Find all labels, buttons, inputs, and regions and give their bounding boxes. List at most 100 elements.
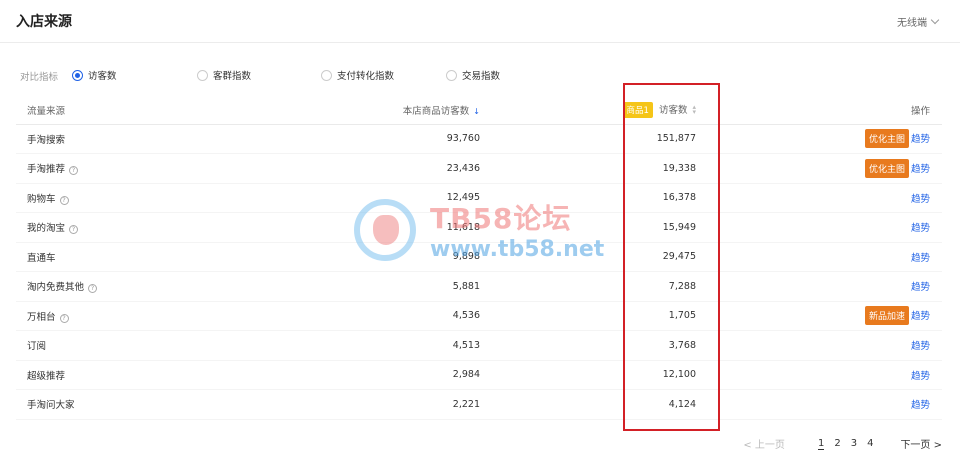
store-visitors-cell: 93,760 — [246, 124, 496, 154]
product-visitors-cell: 151,877 — [496, 124, 726, 154]
source-cell: 超级推荐 — [16, 360, 246, 390]
page-2[interactable]: 2 — [834, 438, 840, 449]
trend-link[interactable]: 趋势 — [911, 253, 930, 264]
table-row: 购物车? 12,495 16,378 趋势 — [16, 183, 942, 213]
trend-link[interactable]: 趋势 — [911, 282, 930, 293]
trend-link[interactable]: 趋势 — [911, 341, 930, 352]
trend-link[interactable]: 趋势 — [911, 371, 930, 382]
store-visitors-cell: 12,495 — [246, 183, 496, 213]
trend-link[interactable]: 趋势 — [911, 164, 930, 175]
radio-icon — [446, 69, 457, 81]
trend-link[interactable]: 趋势 — [911, 194, 930, 205]
metric-option-label: 客群指数 — [213, 71, 252, 82]
table-row: 万相台? 4,536 1,705 新品加速 趋势 — [16, 301, 942, 331]
traffic-source-table: 流量来源 本店商品访客数 ↓ 商品1 访客数 ▴ ▾ 操作 手淘搜索 93,760 151,… — [16, 96, 942, 420]
action-cell: 新品加速 趋势 — [726, 301, 942, 331]
action-cell: 优化主图 趋势 — [726, 124, 942, 154]
pagination: < 上一页 1 2 3 4 下一页 > — [743, 436, 942, 452]
source-label: 手淘推荐 — [27, 164, 66, 176]
source-label: 超级推荐 — [27, 370, 66, 382]
metric-option-label: 交易指数 — [462, 71, 501, 82]
store-visitors-cell: 9,898 — [246, 242, 496, 272]
product-visitors-cell: 7,288 — [496, 271, 726, 302]
table-row: 手淘搜索 93,760 151,877 优化主图 趋势 — [16, 124, 942, 154]
source-cell: 我的淘宝? — [16, 212, 246, 243]
store-visitors-cell: 2,984 — [246, 360, 496, 390]
prev-page-button[interactable]: < 上一页 — [743, 436, 785, 451]
help-icon[interactable]: ? — [69, 166, 79, 176]
table-row: 超级推荐 2,984 12,100 趋势 — [16, 360, 942, 390]
help-icon[interactable]: ? — [59, 195, 69, 205]
help-icon[interactable]: ? — [69, 225, 79, 235]
next-page-button[interactable]: 下一页 > — [900, 436, 942, 451]
action-tag-button[interactable]: 优化主图 — [864, 129, 909, 149]
action-tag-button[interactable]: 优化主图 — [864, 158, 909, 178]
device-select[interactable]: 无线端 — [897, 14, 940, 29]
product-visitors-cell: 29,475 — [496, 242, 726, 272]
table-row: 我的淘宝? 11,618 15,949 趋势 — [16, 212, 942, 243]
column-header-product-visitors[interactable]: 商品1 访客数 ▴ ▾ — [496, 96, 726, 125]
source-label: 直通车 — [27, 252, 56, 264]
source-label: 万相台 — [27, 311, 56, 323]
store-visitors-cell: 5,881 — [246, 271, 496, 302]
source-label: 我的淘宝 — [27, 223, 66, 235]
action-cell: 趋势 — [726, 389, 942, 420]
column-header-store-visitors[interactable]: 本店商品访客数 ↓ — [246, 96, 496, 125]
action-cell: 趋势 — [726, 183, 942, 213]
store-visitors-cell: 23,436 — [246, 153, 496, 184]
radio-icon — [197, 69, 208, 81]
store-visitors-cell: 4,513 — [246, 330, 496, 361]
trend-link[interactable]: 趋势 — [911, 400, 930, 411]
store-visitors-cell: 2,221 — [246, 389, 496, 420]
source-cell: 万相台? — [16, 301, 246, 331]
source-cell: 手淘问大家 — [16, 389, 246, 420]
header: 入店来源 无线端 — [0, 0, 960, 43]
radio-icon — [72, 69, 83, 81]
sort-icon: ▴ ▾ — [692, 103, 696, 117]
page-4[interactable]: 4 — [867, 438, 873, 449]
product-visitors-cell: 15,949 — [496, 212, 726, 243]
page-1[interactable]: 1 — [817, 438, 825, 450]
action-cell: 趋势 — [726, 212, 942, 243]
source-cell: 淘内免费其他? — [16, 271, 246, 302]
store-visitors-cell: 4,536 — [246, 301, 496, 331]
source-label: 购物车 — [27, 193, 56, 205]
trend-link[interactable]: 趋势 — [911, 311, 930, 322]
page-3[interactable]: 3 — [851, 438, 857, 449]
action-tag-button[interactable]: 新品加速 — [864, 306, 909, 326]
trend-link[interactable]: 趋势 — [911, 134, 930, 145]
source-cell: 订阅 — [16, 330, 246, 361]
help-icon[interactable]: ? — [59, 313, 69, 323]
source-label: 淘内免费其他 — [27, 282, 85, 294]
action-cell: 优化主图 趋势 — [726, 153, 942, 184]
action-cell: 趋势 — [726, 330, 942, 361]
table-row: 订阅 4,513 3,768 趋势 — [16, 330, 942, 361]
metric-radio-customer-index[interactable]: 客群指数 — [197, 68, 251, 82]
table-row: 手淘推荐? 23,436 19,338 优化主图 趋势 — [16, 153, 942, 184]
radio-icon — [321, 69, 332, 81]
metric-radio-visitors[interactable]: 访客数 — [72, 68, 117, 82]
metric-option-label: 支付转化指数 — [337, 71, 395, 82]
product-visitors-cell: 12,100 — [496, 360, 726, 390]
table-row: 手淘问大家 2,221 4,124 趋势 — [16, 389, 942, 420]
product-visitors-cell: 4,124 — [496, 389, 726, 420]
metric-radio-trade-index[interactable]: 交易指数 — [446, 68, 500, 82]
trend-link[interactable]: 趋势 — [911, 223, 930, 234]
source-label: 手淘问大家 — [27, 400, 75, 412]
help-icon[interactable]: ? — [88, 284, 98, 294]
product-visitors-cell: 3,768 — [496, 330, 726, 361]
metric-radio-conversion-index[interactable]: 支付转化指数 — [321, 68, 394, 82]
metric-selector: 对比指标 访客数 客群指数 支付转化指数 交易指数 — [0, 65, 960, 85]
product-visitors-cell: 19,338 — [496, 153, 726, 184]
sort-down-icon: ↓ — [473, 106, 480, 116]
product-tag: 商品1 — [622, 101, 653, 118]
metric-option-label: 访客数 — [88, 71, 117, 82]
metric-label: 对比指标 — [20, 72, 59, 83]
source-label: 手淘搜索 — [27, 134, 66, 146]
table-row: 直通车 9,898 29,475 趋势 — [16, 242, 942, 272]
source-cell: 手淘推荐? — [16, 153, 246, 184]
action-cell: 趋势 — [726, 360, 942, 390]
action-cell: 趋势 — [726, 242, 942, 272]
device-select-label: 无线端 — [897, 18, 927, 29]
table-row: 淘内免费其他? 5,881 7,288 趋势 — [16, 271, 942, 302]
